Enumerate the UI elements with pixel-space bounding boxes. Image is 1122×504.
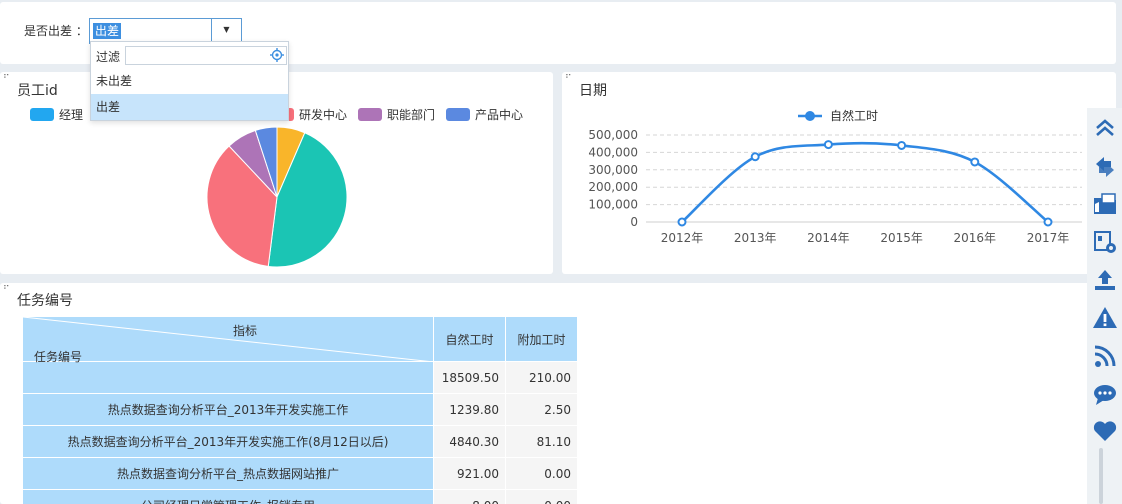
- drag-handle-icon[interactable]: ⠋: [3, 286, 11, 295]
- row-natural-hours: 4840.30: [433, 425, 506, 458]
- row-natural-hours: 8.00: [433, 489, 506, 504]
- filter-label: 是否出差 ：: [24, 24, 88, 38]
- employee-pie-chart: [206, 126, 348, 267]
- legend-item-product[interactable]: 产品中心: [446, 108, 523, 122]
- legend-swatch: [446, 108, 470, 121]
- data-point-5[interactable]: [1043, 217, 1053, 227]
- row-name: [22, 361, 434, 394]
- legend-marker: [805, 111, 815, 121]
- locate-icon[interactable]: [270, 48, 284, 62]
- dropdown-option-on-trip[interactable]: 出差: [91, 94, 288, 120]
- y-tick-label: 200,000: [588, 180, 638, 194]
- right-toolbar: [1087, 108, 1122, 504]
- drag-handle-icon[interactable]: ⠋: [3, 75, 11, 84]
- heart-icon[interactable]: [1091, 417, 1119, 445]
- dropdown-option-not-on-trip[interactable]: 未出差: [91, 68, 288, 94]
- y-tick-label: 0: [630, 215, 638, 229]
- swap-icon[interactable]: [1091, 153, 1119, 181]
- select-value: 出差: [93, 23, 122, 39]
- legend-label: 职能部门: [387, 108, 436, 122]
- double-chevron-up-icon[interactable]: [1091, 114, 1119, 142]
- warning-icon[interactable]: [1091, 304, 1119, 332]
- row-name: 热点数据查询分析平台_热点数据网站推广: [22, 457, 434, 490]
- series-line: [681, 141, 1049, 224]
- report-settings-icon[interactable]: [1091, 228, 1119, 256]
- task-table: 指标 任务编号 自然工时 附加工时 18509.50 210.00 热点数据查询…: [22, 316, 578, 504]
- table-row[interactable]: 热点数据查询分析平台_2013年开发实施工作(8月12日以后) 4840.30 …: [22, 425, 578, 458]
- legend-item-functional[interactable]: 职能部门: [358, 108, 435, 122]
- select-dropdown: 过滤 未出差 出差: [90, 41, 289, 121]
- chevron-down-icon[interactable]: ▼: [211, 19, 241, 43]
- legend-swatch: [358, 108, 382, 121]
- y-tick-label: 300,000: [588, 163, 638, 177]
- legend-label[interactable]: 自然工时: [830, 108, 878, 123]
- table-corner-header: 指标 任务编号: [22, 316, 434, 364]
- data-point-0[interactable]: [677, 217, 687, 227]
- data-point-2[interactable]: [823, 140, 833, 150]
- task-table-panel: ⠋ 任务编号 指标 任务编号 自然工时 附加工时 18509.50 210.00…: [0, 283, 1090, 504]
- table-row[interactable]: 热点数据查询分析平台_热点数据网站推广 921.00 0.00: [22, 457, 578, 490]
- row-name: 公司经理日常管理工作_报销专用: [22, 489, 434, 504]
- line-panel-title: 日期: [579, 83, 607, 99]
- x-tick-label: 2016年: [954, 231, 997, 245]
- drag-handle-icon[interactable]: ⠋: [565, 75, 573, 84]
- x-tick-label: 2014年: [807, 231, 850, 245]
- row-extra-hours: 2.50: [505, 393, 578, 426]
- legend-label: 产品中心: [475, 108, 524, 122]
- corner-diagonal: [23, 317, 434, 362]
- row-extra-hours: 0.00: [505, 489, 578, 504]
- x-tick-label: 2013年: [734, 231, 777, 245]
- data-point-3[interactable]: [897, 140, 907, 150]
- toolbar-scrollbar[interactable]: [1099, 448, 1103, 504]
- row-extra-hours: 210.00: [505, 361, 578, 394]
- y-tick-label: 100,000: [588, 198, 638, 212]
- x-tick-label: 2017年: [1027, 231, 1070, 245]
- legend-label: 经理: [59, 108, 84, 122]
- table-row[interactable]: 公司经理日常管理工作_报销专用 8.00 0.00: [22, 489, 578, 504]
- data-point-1[interactable]: [750, 152, 760, 162]
- col-header-extra-hours[interactable]: 附加工时: [505, 316, 578, 362]
- dropdown-filter-label: 过滤: [96, 50, 121, 64]
- upload-icon[interactable]: [1091, 266, 1119, 294]
- corner-task-label: 任务编号: [34, 350, 83, 364]
- table-row[interactable]: 热点数据查询分析平台_2013年开发实施工作 1239.80 2.50: [22, 393, 578, 426]
- col-header-natural-hours[interactable]: 自然工时: [433, 316, 506, 362]
- row-natural-hours: 921.00: [433, 457, 506, 490]
- x-tick-label: 2015年: [880, 231, 923, 245]
- pie-panel-title: 员工id: [17, 83, 58, 99]
- rss-icon[interactable]: [1091, 342, 1119, 370]
- row-name: 热点数据查询分析平台_2013年开发实施工作(8月12日以后): [22, 425, 434, 458]
- table-panel-title: 任务编号: [17, 293, 73, 309]
- data-point-4[interactable]: [970, 157, 980, 167]
- folder-image-icon[interactable]: [1091, 190, 1119, 218]
- row-extra-hours: 81.10: [505, 425, 578, 458]
- y-tick-label: 500,000: [588, 128, 638, 142]
- y-tick-label: 400,000: [588, 145, 638, 159]
- row-name: 热点数据查询分析平台_2013年开发实施工作: [22, 393, 434, 426]
- row-natural-hours: 1239.80: [433, 393, 506, 426]
- legend-swatch: [30, 108, 54, 121]
- table-header-row: 指标 任务编号 自然工时 附加工时: [22, 316, 578, 364]
- row-extra-hours: 0.00: [505, 457, 578, 490]
- dropdown-filter-input[interactable]: [125, 46, 287, 65]
- corner-metric-label: 指标: [233, 324, 258, 338]
- chat-icon[interactable]: [1091, 380, 1119, 408]
- work-hours-line-chart: 0 100,000 200,000 300,000 400,000 500,000 2012…: [588, 108, 1082, 245]
- table-row[interactable]: 18509.50 210.00: [22, 361, 578, 394]
- row-natural-hours: 18509.50: [433, 361, 506, 394]
- legend-item-manager[interactable]: 经理: [30, 108, 83, 122]
- date-line-panel: 0 100,000 200,000 300,000 400,000 500,000 2012…: [562, 72, 1116, 274]
- x-tick-label: 2012年: [661, 231, 704, 245]
